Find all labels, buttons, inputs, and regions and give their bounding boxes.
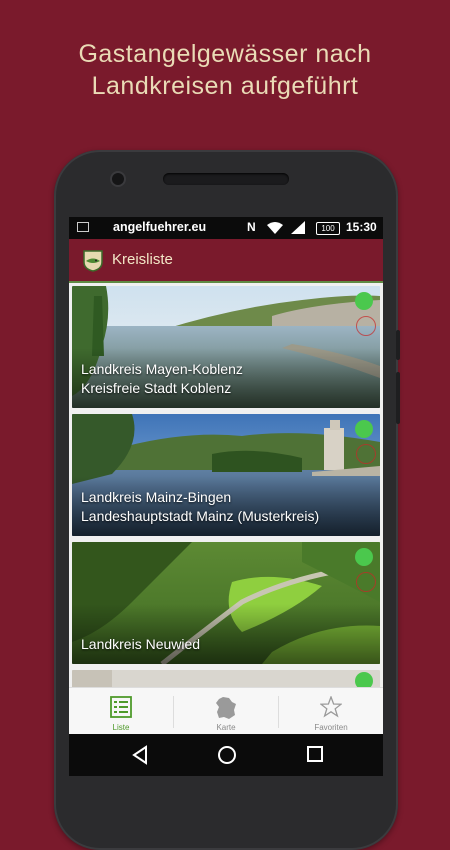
district-name: Landkreis Mayen-Koblenz (81, 361, 243, 377)
map-icon (216, 697, 236, 719)
battery-icon: 100 (316, 222, 340, 235)
headline-line-1: Gastangelgewässer nach (78, 40, 372, 68)
status-time: 15:30 (346, 220, 377, 234)
app-bar: Kreisliste (69, 239, 383, 283)
app-logo-icon (83, 250, 103, 272)
app-bar-title: Kreisliste (112, 251, 173, 268)
power-button (396, 372, 400, 424)
front-camera (112, 173, 124, 185)
district-name: Landkreis Neuwied (81, 636, 201, 652)
status-dot-green (355, 292, 373, 310)
favorite-ring-icon[interactable] (356, 444, 376, 464)
district-name: Landkreis Mainz-Bingen (81, 489, 232, 505)
district-subname: Kreisfreie Stadt Koblenz (81, 380, 232, 396)
image-notification-icon (77, 222, 89, 232)
nav-tab-favoriten[interactable]: Favoriten (279, 688, 383, 735)
system-navigation-bar (69, 734, 383, 776)
wifi-icon (267, 222, 283, 234)
district-card-neuwied[interactable]: Landkreis Neuwied (72, 542, 380, 664)
speaker-grille (163, 173, 289, 185)
signal-icon (291, 221, 305, 234)
card-label: Landkreis Mainz-Bingen Landeshauptstadt … (81, 488, 319, 526)
bottom-navigation: Liste Karte Favoriten (69, 687, 383, 735)
nav-label: Karte (216, 723, 236, 732)
status-dot-green (355, 548, 373, 566)
nfc-icon: N (247, 220, 256, 234)
card-label: Landkreis Mayen-Koblenz Kreisfreie Stadt… (81, 360, 243, 398)
headline-line-2: Landkreisen aufgeführt (91, 72, 359, 100)
nav-label: Favoriten (314, 723, 348, 732)
nav-label: Liste (112, 723, 130, 732)
home-icon[interactable] (217, 745, 237, 765)
district-list: Landkreis Mayen-Koblenz Kreisfreie Stadt… (69, 283, 383, 690)
headline: Gastangelgewässer nach Landkreisen aufge… (0, 38, 450, 102)
back-icon[interactable] (131, 745, 149, 765)
favorite-ring-icon[interactable] (356, 572, 376, 592)
district-subname: Landeshauptstadt Mainz (Musterkreis) (81, 508, 320, 524)
nav-tab-liste[interactable]: Liste (69, 688, 173, 735)
list-icon (110, 696, 132, 718)
nav-tab-karte[interactable]: Karte (174, 688, 278, 735)
card-shade (72, 604, 380, 664)
star-icon (320, 696, 342, 718)
volume-button (396, 330, 400, 360)
status-bar: angelfuehrer.eu N 100 15:30 (69, 217, 383, 239)
district-card-mayen-koblenz[interactable]: Landkreis Mayen-Koblenz Kreisfreie Stadt… (72, 286, 380, 408)
recents-icon[interactable] (306, 745, 324, 763)
favorite-ring-icon[interactable] (356, 316, 376, 336)
district-card-mainz-bingen[interactable]: Landkreis Mainz-Bingen Landeshauptstadt … (72, 414, 380, 536)
phone-screen: angelfuehrer.eu N 100 15:30 Kreisliste L… (69, 217, 383, 776)
card-label: Landkreis Neuwied (81, 635, 200, 654)
status-site-label: angelfuehrer.eu (113, 220, 207, 234)
status-dot-green (355, 420, 373, 438)
